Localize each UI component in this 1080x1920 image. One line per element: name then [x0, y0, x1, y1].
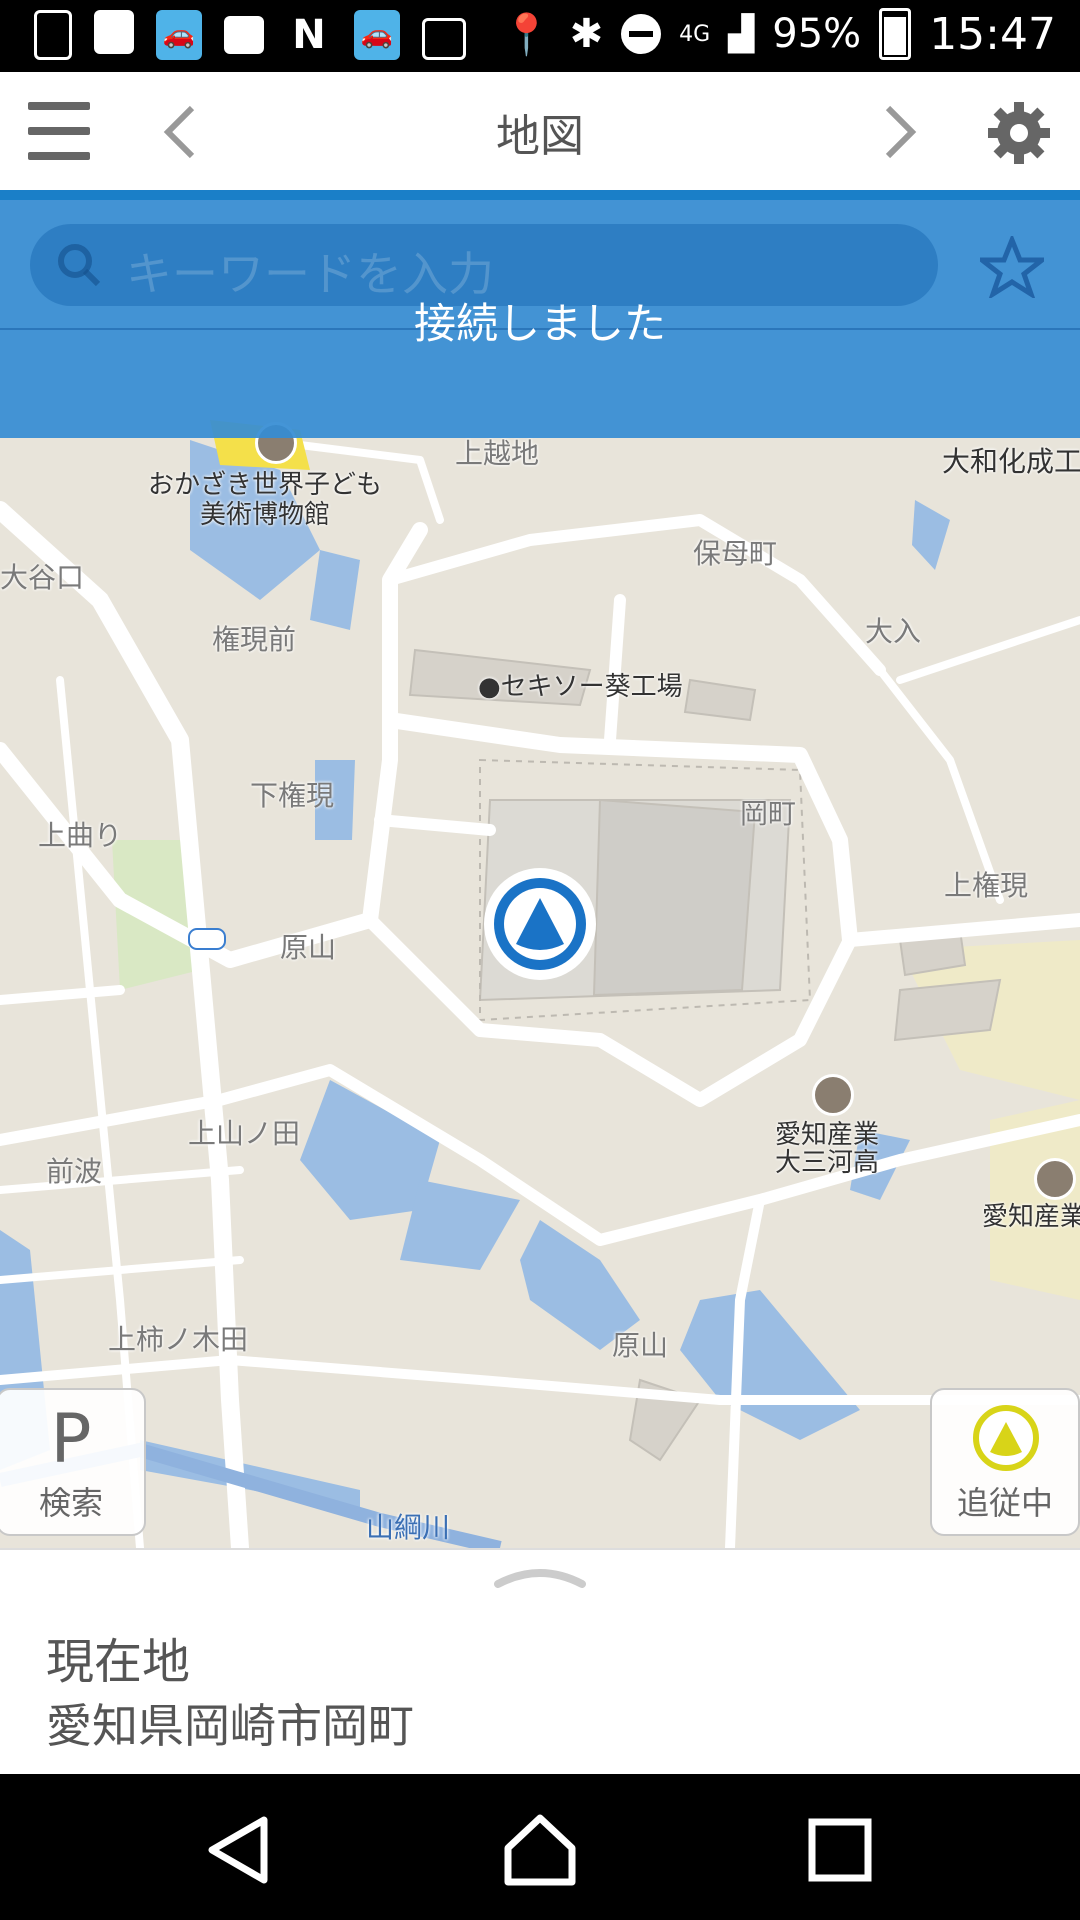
map-label: 保母町 — [693, 537, 778, 570]
car-app-icon: 🚗 — [156, 10, 202, 60]
clipboard-icon — [34, 10, 72, 60]
follow-mode-button[interactable]: 追従中 — [930, 1388, 1080, 1536]
wireless-device-icon — [422, 18, 466, 60]
connection-banner: キーワードを入力 接続しました — [0, 200, 1080, 438]
school-label: 愛知産業 — [982, 1202, 1080, 1232]
map-label: 上柿ノ木田 — [108, 1323, 249, 1356]
favorite-star-icon[interactable] — [980, 236, 1044, 298]
map-label: 前波 — [46, 1155, 103, 1188]
notification-icons: 🚗 N 🚗 — [34, 10, 466, 60]
location-icon: 📍 — [501, 11, 552, 58]
forward-arrow-icon[interactable] — [880, 102, 920, 162]
map-label: 原山 — [612, 1329, 669, 1362]
recents-nav-icon[interactable] — [800, 1810, 880, 1890]
map-label: 大入 — [865, 615, 922, 648]
car-app-icon-2: 🚗 — [354, 10, 400, 60]
current-address: 愛知県岡崎市岡町 — [46, 1699, 414, 1753]
current-location-icon[interactable] — [480, 864, 600, 984]
home-nav-icon[interactable] — [500, 1810, 580, 1890]
status-bar: 🚗 N 🚗 📍 ✱ 4G ▟ 95% 15:47 — [0, 0, 1080, 72]
parking-search-label: 検索 — [38, 1484, 103, 1522]
factory-label: ●セキソー葵工場 — [478, 672, 683, 702]
system-nav-bar — [0, 1774, 1080, 1920]
parking-p-icon: P — [50, 1400, 92, 1479]
school-marker-icon[interactable] — [812, 1074, 854, 1116]
contacts-icon — [94, 10, 134, 54]
bus-stop-icon[interactable] — [188, 928, 226, 950]
search-icon — [58, 244, 101, 287]
current-location-title: 現在地 — [46, 1634, 191, 1690]
gallery-icon — [224, 16, 264, 54]
school-label: 大三河高 — [775, 1148, 880, 1178]
map-label: 大谷口 — [0, 561, 85, 594]
map-label: 岡町 — [740, 797, 797, 830]
app-bar-divider — [0, 190, 1080, 200]
follow-mode-label: 追従中 — [956, 1484, 1053, 1522]
map-label: 上山ノ田 — [188, 1117, 301, 1150]
settings-gear-icon[interactable] — [986, 100, 1052, 166]
follow-compass-icon — [973, 1405, 1039, 1471]
map-label: 上曲り — [38, 819, 123, 852]
back-nav-icon[interactable] — [200, 1810, 280, 1890]
battery-icon — [879, 8, 912, 60]
map-label: 下権現 — [250, 779, 335, 812]
location-bottom-sheet[interactable]: 現在地 愛知県岡崎市岡町 — [0, 1548, 1080, 1776]
signal-icon: ▟ — [728, 14, 755, 54]
do-not-disturb-icon — [621, 14, 662, 54]
battery-percent: 95% — [772, 11, 862, 57]
parking-search-button[interactable]: P 検索 — [0, 1388, 146, 1536]
school-marker-icon[interactable] — [1034, 1158, 1076, 1200]
app-bar: 地図 — [0, 72, 1080, 190]
system-indicators: 📍 ✱ 4G ▟ 95% 15:47 — [502, 8, 1056, 60]
connected-message: 接続しました — [413, 299, 666, 348]
map-label: 大和化成工 — [942, 445, 1080, 478]
museum-label: 美術博物館 — [200, 500, 331, 530]
map-label: 原山 — [280, 931, 337, 964]
map-label: 権現前 — [212, 623, 297, 656]
river-label: 山綱川 — [366, 1511, 451, 1544]
sheet-expand-handle-icon[interactable] — [494, 1564, 586, 1588]
network-type: 4G — [679, 21, 711, 47]
clock: 15:47 — [929, 8, 1056, 60]
map-label: 上越地 — [455, 437, 540, 470]
n-icon: N — [292, 12, 326, 58]
bluetooth-icon: ✱ — [569, 11, 604, 57]
map-label: 上権現 — [944, 869, 1029, 902]
